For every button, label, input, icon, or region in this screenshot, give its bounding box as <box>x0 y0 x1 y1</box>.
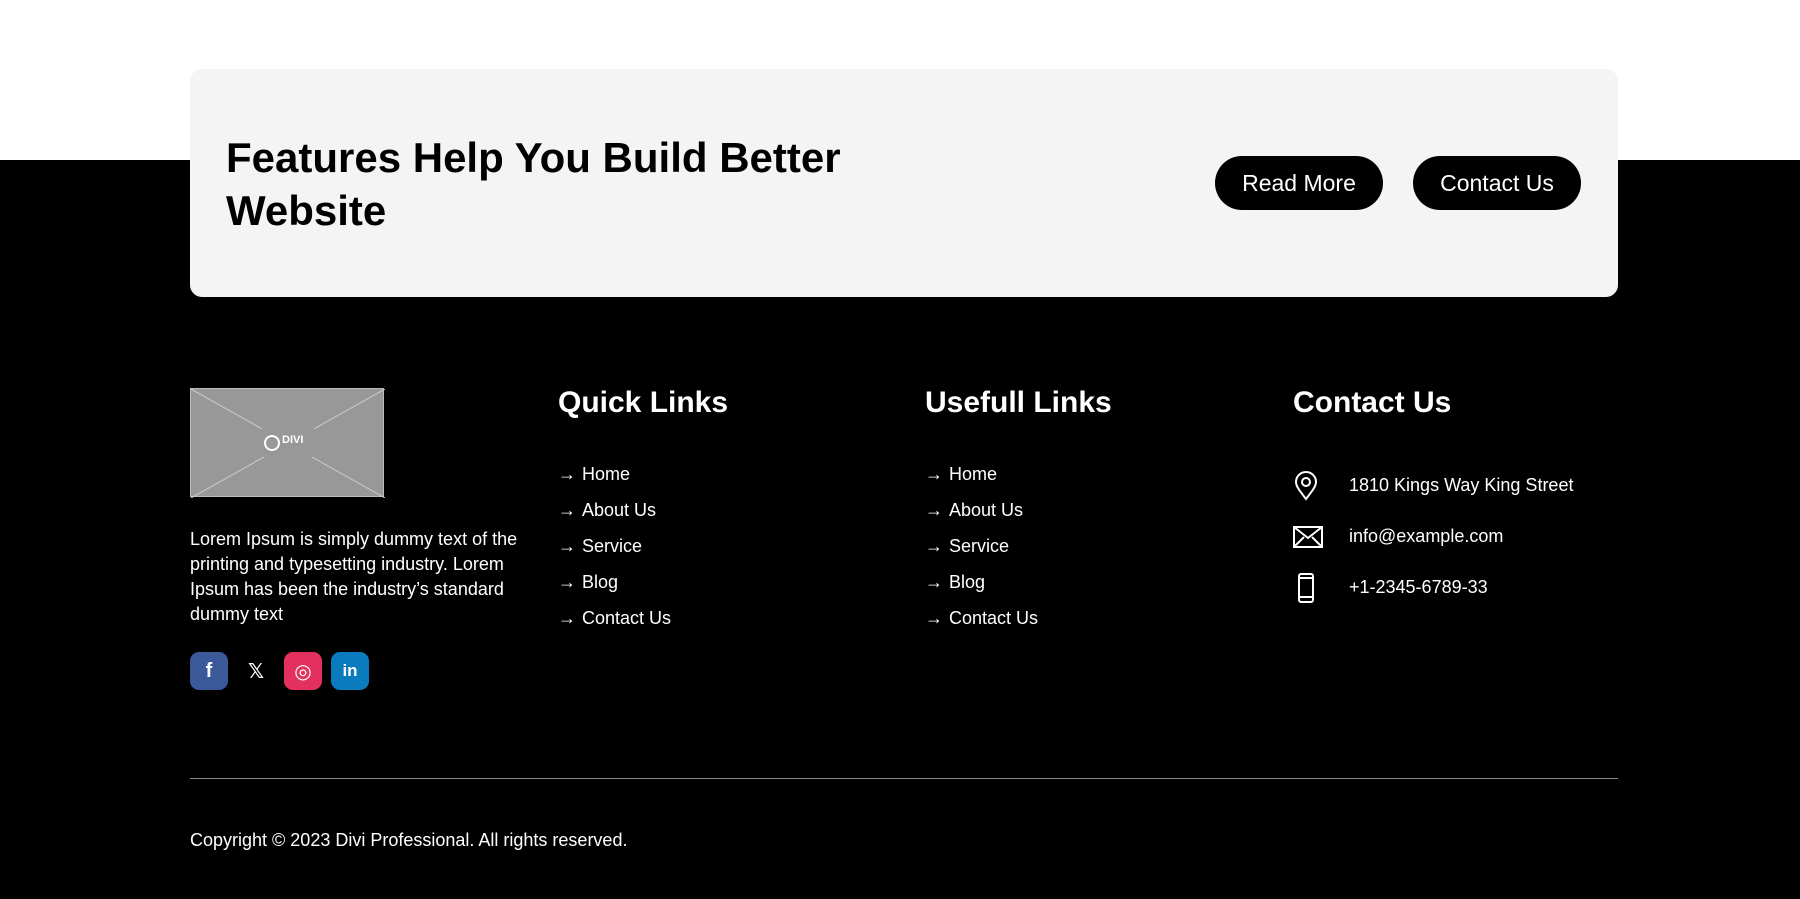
mobile-phone-icon <box>1293 572 1349 603</box>
about-column: DIVI Lorem Ipsum is simply dummy text of… <box>190 388 520 690</box>
quick-link-home[interactable]: → Home <box>558 456 728 492</box>
copyright-text: Copyright © 2023 Divi Professional. All … <box>190 830 628 850</box>
quick-links-column: Quick Links → Home → About Us → Service → Bl… <box>558 384 728 636</box>
contact-email: info@example.com <box>1293 511 1573 562</box>
envelope-icon <box>1293 525 1349 548</box>
contact-heading: Contact Us <box>1293 386 1452 419</box>
quick-link-about[interactable]: → About Us <box>558 492 728 528</box>
useful-link-blog[interactable]: → Blog <box>925 564 1112 600</box>
logo-placeholder-image: DIVI <box>190 388 385 498</box>
link-label[interactable]: Home <box>949 456 997 492</box>
instagram-icon[interactable]: ◎ <box>284 652 322 690</box>
arrow-right-icon: → <box>925 608 943 628</box>
linkedin-icon[interactable]: in <box>331 652 369 690</box>
link-label[interactable]: Service <box>949 528 1009 564</box>
useful-link-about[interactable]: → About Us <box>925 492 1112 528</box>
link-label[interactable]: Blog <box>949 564 985 600</box>
quick-links-heading: Quick Links <box>558 386 729 419</box>
contact-us-button[interactable]: Contact Us <box>1413 156 1581 210</box>
email-link[interactable]: info@example.com <box>1349 526 1503 547</box>
address-text: 1810 Kings Way King Street <box>1349 475 1574 495</box>
social-icons: f 𝕏 ◎ in <box>190 652 520 690</box>
quick-link-service[interactable]: → Service <box>558 528 728 564</box>
arrow-right-icon: → <box>925 500 943 520</box>
link-label[interactable]: Service <box>582 528 642 564</box>
cta-title: Features Help You Build Better Website <box>226 134 841 234</box>
link-label[interactable]: Home <box>582 456 630 492</box>
useful-link-contact[interactable]: → Contact Us <box>925 600 1112 636</box>
useful-links-column: Usefull Links → Home → About Us → Service →… <box>925 384 1112 636</box>
link-label[interactable]: About Us <box>949 492 1023 528</box>
contact-address: 1810 Kings Way King Street <box>1293 460 1573 511</box>
facebook-icon[interactable]: f <box>190 652 228 690</box>
arrow-right-icon: → <box>925 572 943 592</box>
logo-text: DIVI <box>282 434 304 446</box>
contact-column: Contact Us 1810 Kings Way King Street in… <box>1293 384 1573 613</box>
location-pin-icon <box>1293 470 1349 501</box>
read-more-button[interactable]: Read More <box>1215 156 1383 210</box>
x-twitter-icon[interactable]: 𝕏 <box>237 652 275 690</box>
link-label[interactable]: About Us <box>582 492 656 528</box>
footer-divider <box>190 778 1618 779</box>
arrow-right-icon: → <box>925 536 943 556</box>
arrow-right-icon: → <box>558 572 576 592</box>
useful-link-service[interactable]: → Service <box>925 528 1112 564</box>
quick-link-blog[interactable]: → Blog <box>558 564 728 600</box>
arrow-right-icon: → <box>558 608 576 628</box>
arrow-right-icon: → <box>558 464 576 484</box>
link-label[interactable]: Contact Us <box>582 600 671 636</box>
link-label[interactable]: Contact Us <box>949 600 1038 636</box>
quick-link-contact[interactable]: → Contact Us <box>558 600 728 636</box>
link-label[interactable]: Blog <box>582 564 618 600</box>
contact-phone: +1-2345-6789-33 <box>1293 562 1573 613</box>
cta-card: Features Help You Build Better Website R… <box>190 69 1618 297</box>
arrow-right-icon: → <box>558 536 576 556</box>
useful-link-home[interactable]: → Home <box>925 456 1112 492</box>
arrow-right-icon: → <box>558 500 576 520</box>
arrow-right-icon: → <box>925 464 943 484</box>
phone-link[interactable]: +1-2345-6789-33 <box>1349 577 1488 598</box>
about-text: Lorem Ipsum is simply dummy text of the … <box>190 529 518 624</box>
useful-links-heading: Usefull Links <box>925 386 1112 419</box>
